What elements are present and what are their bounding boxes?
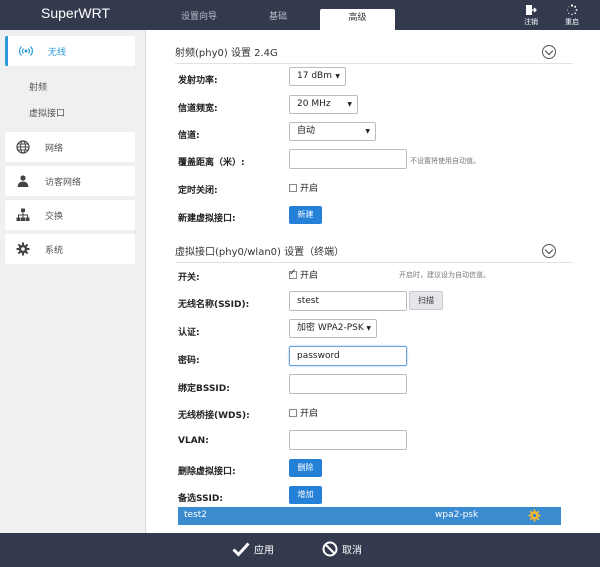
apply-label: 应用 [254, 545, 274, 557]
tab-advanced[interactable]: 高级 [320, 9, 395, 30]
delete-vif-label: 删除虚拟接口: [178, 467, 236, 477]
auth-label: 认证: [178, 328, 200, 338]
channel-width-label: 信道频宽: [178, 104, 218, 114]
globe-icon [16, 140, 30, 154]
check-icon [232, 542, 250, 557]
backup-ssid-name: test2 [184, 510, 208, 520]
sidebar-subitem-radio[interactable]: 射频 [29, 80, 47, 93]
wds-label: 无线桥接(WDS): [178, 411, 250, 421]
sidebar-item-label: 系统 [45, 246, 64, 256]
sidebar: 无线 射频 虚拟接口 网络 访客网络 交换 系统 [0, 30, 146, 533]
password-label: 密码: [178, 356, 200, 366]
checkbox-text: 开启 [300, 409, 319, 419]
sidebar-item-label: 网络 [45, 144, 64, 154]
timer-off-label: 定时关闭: [178, 186, 218, 196]
ssid-label: 无线名称(SSID): [178, 300, 250, 310]
timer-off-checkbox[interactable]: 开启 [289, 181, 318, 194]
wds-checkbox[interactable]: 开启 [289, 406, 318, 419]
channel-select[interactable]: 自动 [289, 122, 376, 141]
sidebar-item-switch[interactable]: 交换 [5, 200, 135, 230]
bssid-label: 绑定BSSID: [178, 384, 230, 394]
wifi-icon [19, 46, 33, 56]
auth-select[interactable]: 加密 WPA2-PSK [289, 319, 377, 338]
vif-collapse-icon[interactable] [542, 244, 556, 258]
radio-collapse-icon[interactable] [542, 45, 556, 59]
sidebar-item-network[interactable]: 网络 [5, 132, 135, 162]
tx-power-select[interactable]: 17 dBm [289, 67, 346, 86]
tx-power-label: 发射功率: [178, 76, 218, 86]
main-content: 射频(phy0) 设置 2.4G 发射功率: 17 dBm 信道频宽: 20 M… [147, 30, 600, 533]
reboot-icon [567, 4, 578, 16]
divider [175, 63, 573, 64]
footer-bar: 应用 取消 [0, 533, 600, 567]
brand-logo: SuperWRT [41, 5, 110, 21]
scan-button[interactable]: 扫描 [409, 291, 443, 310]
bssid-input[interactable] [289, 374, 407, 394]
cancel-button[interactable]: 取消 [322, 541, 362, 557]
sidebar-item-system[interactable]: 系统 [5, 234, 135, 264]
add-backup-ssid-button[interactable]: 增加 [289, 486, 322, 504]
checkbox-text: 开启 [300, 271, 319, 281]
switch-label: 开关: [178, 273, 200, 283]
coverage-hint: 不设置将使用自动值。 [410, 157, 480, 165]
channel-width-select[interactable]: 20 MHz [289, 95, 358, 114]
ssid-input[interactable]: stest [289, 291, 407, 311]
switch-checkbox[interactable]: 开启 [289, 268, 318, 281]
vlan-input[interactable] [289, 430, 407, 450]
sidebar-subitem-vif[interactable]: 虚拟接口 [29, 106, 65, 119]
apply-button[interactable]: 应用 [232, 541, 274, 557]
vlan-label: VLAN: [178, 436, 209, 446]
divider [175, 262, 573, 263]
cancel-label: 取消 [342, 545, 362, 557]
channel-label: 信道: [178, 131, 200, 141]
checkbox-text: 开启 [300, 184, 319, 194]
logout-icon [526, 5, 537, 15]
switch-hint: 开启时，建议设为自动信道。 [399, 271, 490, 279]
cancel-icon [322, 541, 338, 557]
checkbox-box[interactable] [289, 184, 297, 192]
reboot-label: 重启 [565, 18, 579, 26]
new-vif-label: 新建虚拟接口: [178, 214, 236, 224]
gear-icon [16, 242, 30, 256]
checkbox-box[interactable] [289, 268, 297, 279]
reboot-button[interactable]: 重启 [557, 4, 587, 27]
tab-basic[interactable]: 基础 [269, 9, 287, 30]
new-vif-button[interactable]: 新建 [289, 206, 322, 224]
list-item[interactable]: test2 wpa2-psk [178, 507, 561, 525]
tab-setup-wizard[interactable]: 设置向导 [181, 9, 217, 30]
backup-ssid-label: 备选SSID: [178, 494, 223, 504]
logout-button[interactable]: 注销 [516, 4, 546, 27]
user-icon [17, 175, 29, 187]
gear-icon[interactable] [528, 509, 541, 522]
sidebar-item-label: 交换 [45, 212, 64, 222]
checkbox-box[interactable] [289, 409, 297, 417]
coverage-input[interactable] [289, 149, 407, 169]
backup-ssid-encryption: wpa2-psk [435, 510, 479, 520]
delete-vif-button[interactable]: 删除 [289, 459, 322, 477]
sidebar-item-label: 无线 [48, 48, 67, 58]
logout-label: 注销 [524, 18, 538, 26]
sidebar-item-label: 访客网络 [45, 178, 82, 188]
sidebar-item-guest-network[interactable]: 访客网络 [5, 166, 135, 196]
password-input[interactable]: password [289, 346, 407, 366]
top-bar: SuperWRT 设置向导 基础 高级 注销 重启 [0, 0, 600, 30]
vif-section-title: 虚拟接口(phy0/wlan0) 设置（终端） [175, 247, 345, 258]
sidebar-item-wireless[interactable]: 无线 [5, 36, 135, 66]
radio-section-title: 射频(phy0) 设置 2.4G [175, 48, 278, 59]
switch-icon [16, 208, 30, 221]
coverage-label: 覆盖距离（米）: [178, 158, 245, 168]
